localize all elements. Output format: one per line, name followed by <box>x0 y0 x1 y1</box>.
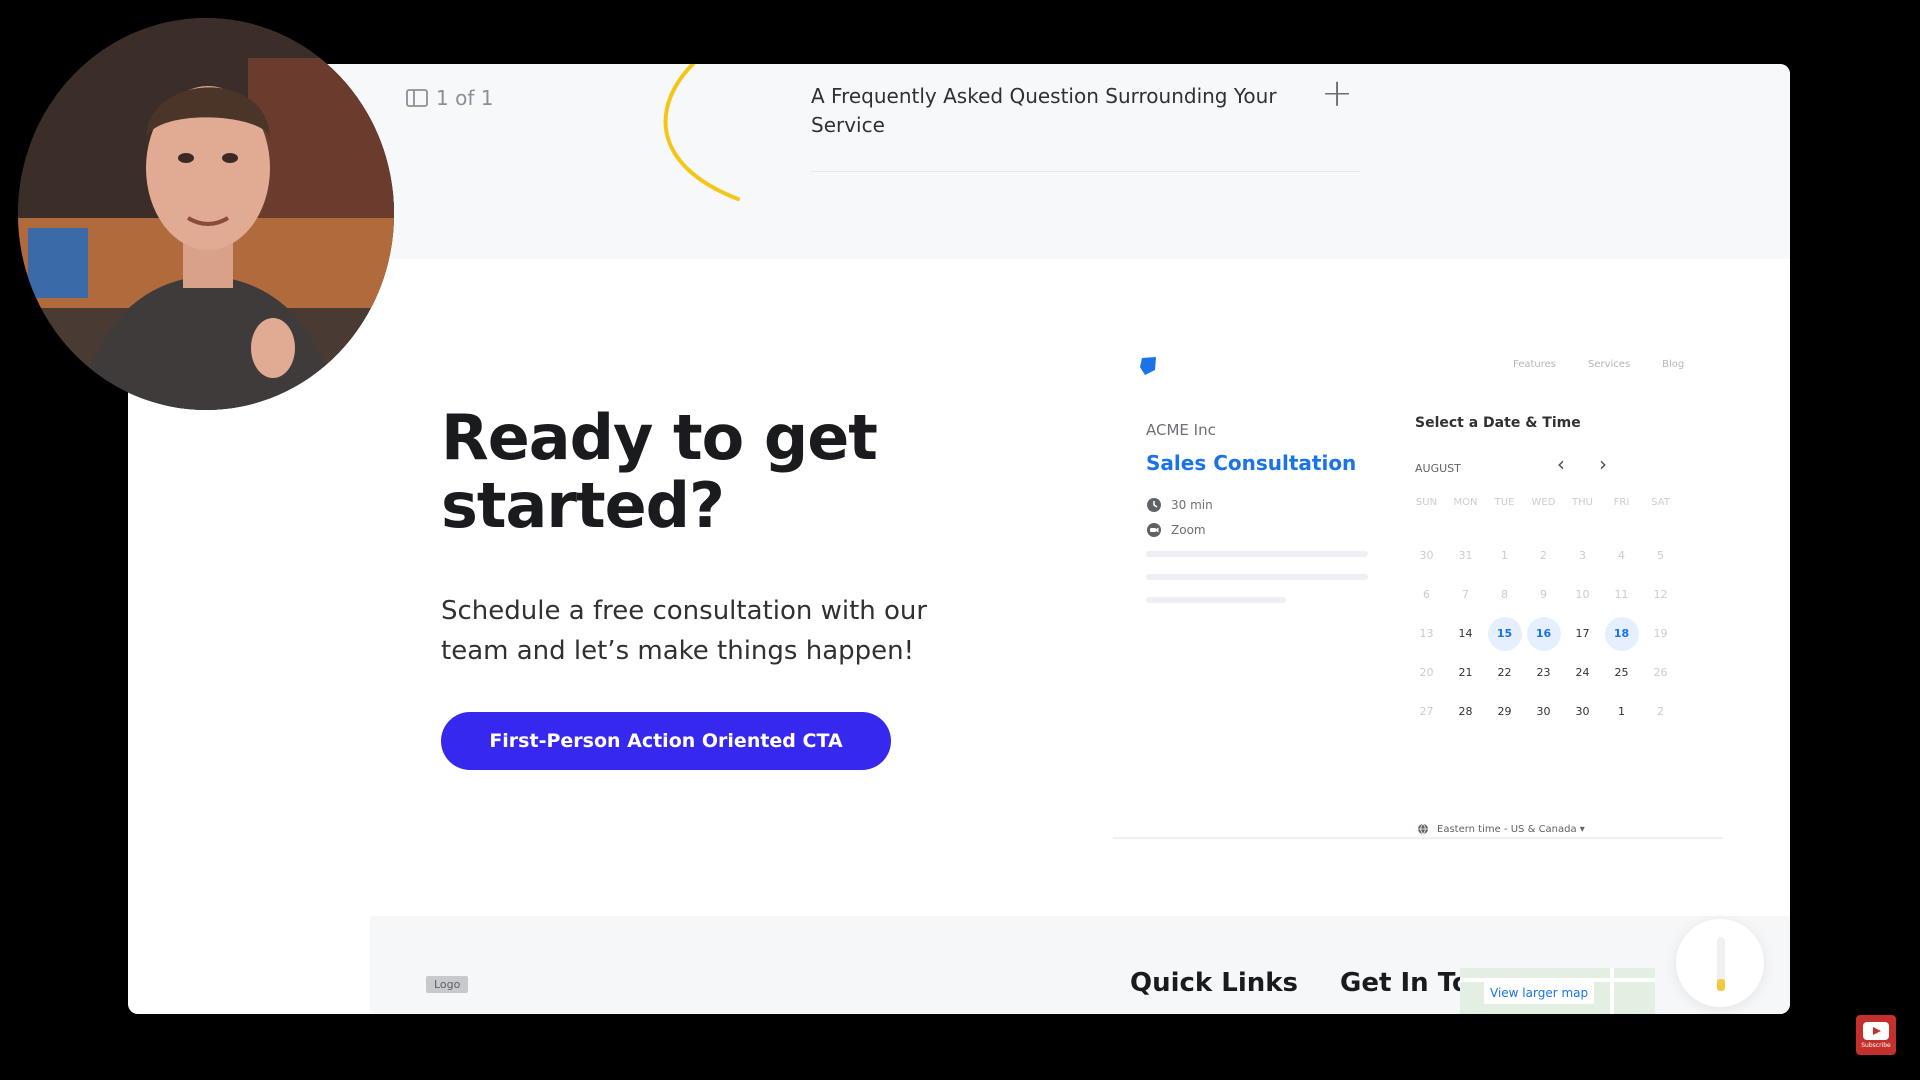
cta-button[interactable]: First-Person Action Oriented CTA <box>441 712 891 770</box>
location-row: Zoom <box>1146 522 1206 538</box>
weekday-label: THU <box>1572 497 1593 508</box>
calendar-day: 6 <box>1423 588 1430 601</box>
calendar-day: 11 <box>1614 588 1629 601</box>
company-name: ACME Inc <box>1146 421 1216 439</box>
plus-icon[interactable]: + <box>1321 74 1353 112</box>
scheduling-widget: Features Services Blog ACME Inc Sales Co… <box>1113 339 1733 839</box>
available-day[interactable]: 15 <box>1487 616 1522 651</box>
placeholder-line <box>1146 597 1286 603</box>
calendar-day[interactable]: 17 <box>1563 614 1602 653</box>
quick-links-heading: Quick Links <box>1130 968 1299 998</box>
weekday-label: FRI <box>1613 497 1630 508</box>
calendar-day: 5 <box>1657 549 1664 562</box>
calendar-day[interactable]: 18 <box>1602 614 1641 653</box>
clock-icon <box>1147 498 1161 512</box>
cta-heading: Ready to get started? <box>441 401 878 542</box>
calendar-day[interactable]: 29 <box>1485 692 1524 731</box>
timezone-row[interactable]: Eastern time - US & Canada ▾ <box>1417 823 1585 835</box>
page-counter-label: 1 of 1 <box>436 86 494 110</box>
weekday-label: SUN <box>1415 497 1438 508</box>
widget-nav: Features Services Blog <box>1513 359 1684 370</box>
calendar-day: 19 <box>1653 627 1668 640</box>
calendar-day: 13 <box>1419 627 1434 640</box>
calendar-day: 3 <box>1579 549 1586 562</box>
calendar-day: 12 <box>1653 588 1668 601</box>
calendar-day: 2 <box>1657 705 1664 718</box>
calendar-day: 7 <box>1462 588 1469 601</box>
footer-logo[interactable]: Logo <box>426 976 469 993</box>
calendar-day: 31 <box>1458 549 1473 562</box>
event-title: Sales Consultation <box>1146 451 1357 475</box>
calendar-day[interactable]: 25 <box>1602 653 1641 692</box>
calendar-day: 10 <box>1575 588 1590 601</box>
youtube-icon <box>1863 1021 1889 1040</box>
available-day[interactable]: 18 <box>1604 616 1639 651</box>
widget-divider <box>1113 837 1723 839</box>
calendar-day: 8 <box>1501 588 1508 601</box>
duration-label: 30 min <box>1171 498 1213 512</box>
map-road <box>1610 968 1614 1014</box>
calendar-day: 1 <box>1501 549 1508 562</box>
faq-divider <box>811 171 1361 172</box>
footer: Logo Quick Links Get In Touch View large… <box>370 916 1790 1014</box>
calendar-day[interactable]: 30 <box>1524 692 1563 731</box>
nav-link-features[interactable]: Features <box>1513 359 1556 370</box>
month-label: AUGUST <box>1415 462 1461 475</box>
calendar-day[interactable]: 16 <box>1524 614 1563 653</box>
weekday-label: SAT <box>1651 497 1670 508</box>
timezone-label: Eastern time - US & Canada ▾ <box>1437 823 1585 835</box>
placeholder-line <box>1146 574 1368 580</box>
cta-subtitle: Schedule a free consultation with our te… <box>441 596 928 666</box>
location-label: Zoom <box>1171 523 1206 537</box>
calendar-day[interactable]: 15 <box>1485 614 1524 653</box>
calendar-day: 4 <box>1618 549 1625 562</box>
subscribe-label: Subscribe <box>1861 1041 1891 1049</box>
calendar-day[interactable]: 14 <box>1446 614 1485 653</box>
calendar-day[interactable]: 28 <box>1446 692 1485 731</box>
weekday-label: TUE <box>1494 497 1515 508</box>
faq-question[interactable]: A Frequently Asked Question Surrounding … <box>811 82 1281 140</box>
calendar-day: 27 <box>1419 705 1434 718</box>
brand-logo-icon <box>1140 357 1156 375</box>
calendar-day: 20 <box>1419 666 1434 679</box>
nav-link-blog[interactable]: Blog <box>1662 359 1684 370</box>
calendar-day[interactable]: 23 <box>1524 653 1563 692</box>
youtube-subscribe-badge[interactable]: Subscribe <box>1856 1015 1896 1055</box>
calendar-day: 26 <box>1653 666 1668 679</box>
weekday-label: WED <box>1531 497 1556 508</box>
placeholder-line <box>1146 551 1368 557</box>
video-call-icon <box>1147 523 1161 537</box>
select-date-title: Select a Date & Time <box>1415 415 1581 431</box>
duration-row: 30 min <box>1146 497 1213 513</box>
calendar-day[interactable]: 21 <box>1446 653 1485 692</box>
calendar-day[interactable]: 1 <box>1602 692 1641 731</box>
chevron-right-icon[interactable]: › <box>1591 452 1615 476</box>
floating-action-button[interactable] <box>1676 919 1764 1007</box>
sidebar-panel-icon <box>406 89 428 107</box>
presenter-image <box>18 18 394 410</box>
calendar-day[interactable]: 22 <box>1485 653 1524 692</box>
available-day[interactable]: 16 <box>1526 616 1561 651</box>
nav-link-services[interactable]: Services <box>1588 359 1630 370</box>
decorative-arc <box>663 64 740 201</box>
globe-icon <box>1418 823 1428 835</box>
page-counter[interactable]: 1 of 1 <box>406 86 493 110</box>
view-larger-map-link[interactable]: View larger map <box>1484 982 1595 1004</box>
calendar-day[interactable]: 24 <box>1563 653 1602 692</box>
calendar-day: 30 <box>1419 549 1434 562</box>
chevron-left-icon[interactable]: ‹ <box>1549 452 1573 476</box>
calendar-day: 2 <box>1540 549 1547 562</box>
calendar-day[interactable]: 30 <box>1563 692 1602 731</box>
map-embed[interactable]: View larger map <box>1460 968 1655 1014</box>
pencil-tip <box>1717 979 1725 991</box>
presenter-webcam <box>18 18 394 410</box>
calendar-grid: SUN MON TUE WED THU FRI SAT 30 31 1 2 3 4 5 6 7 8 9 10 11 12… <box>1407 497 1680 731</box>
weekday-label: MON <box>1453 497 1478 508</box>
calendar-day: 9 <box>1540 588 1547 601</box>
